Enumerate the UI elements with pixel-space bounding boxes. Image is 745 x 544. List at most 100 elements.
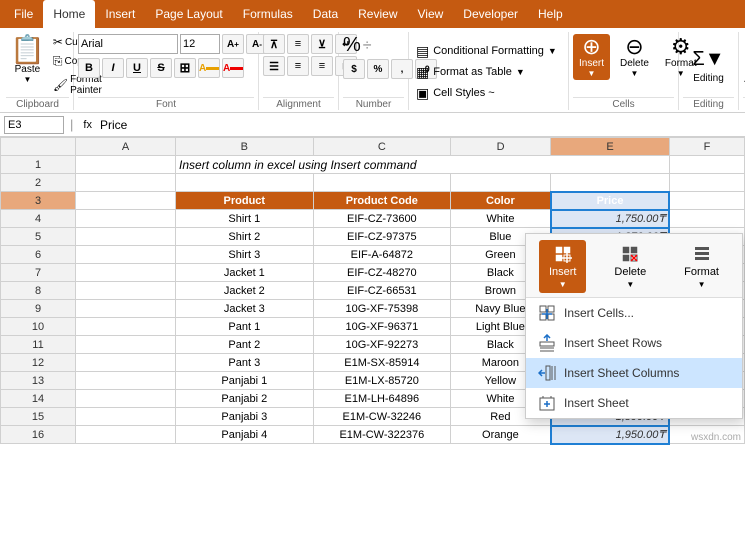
row-header-4[interactable]: 4: [1, 210, 76, 228]
cell-code-9[interactable]: 10G-XF-75398: [313, 300, 451, 318]
row-header-9[interactable]: 9: [1, 300, 76, 318]
cell-a9[interactable]: [76, 300, 176, 318]
col-header-f[interactable]: F: [669, 138, 744, 156]
cell-a5[interactable]: [76, 228, 176, 246]
name-box[interactable]: [4, 116, 64, 134]
align-right-button[interactable]: ≡: [311, 56, 333, 76]
strikethrough-button[interactable]: S: [150, 58, 172, 78]
tab-developer[interactable]: Developer: [453, 0, 528, 28]
cell-a10[interactable]: [76, 318, 176, 336]
row-header-3[interactable]: 3: [1, 192, 76, 210]
dropdown-insert-btn[interactable]: Insert ▼: [539, 240, 587, 293]
insert-sheet-columns-item[interactable]: Insert Sheet Columns: [526, 358, 742, 388]
fx-label[interactable]: fx: [83, 119, 92, 131]
cell-code-14[interactable]: E1M-LH-64896: [313, 390, 451, 408]
cell-a11[interactable]: [76, 336, 176, 354]
cell-a2[interactable]: [76, 174, 176, 192]
cell-a14[interactable]: [76, 390, 176, 408]
row-header-7[interactable]: 7: [1, 264, 76, 282]
row-header-14[interactable]: 14: [1, 390, 76, 408]
row-header-1[interactable]: 1: [1, 156, 76, 174]
align-top-button[interactable]: ⊼: [263, 34, 285, 54]
cell-e2[interactable]: [551, 174, 670, 192]
cell-a8[interactable]: [76, 282, 176, 300]
header-color[interactable]: Color: [451, 192, 551, 210]
increase-font-button[interactable]: A+: [222, 34, 244, 54]
cell-code-8[interactable]: EIF-CZ-66531: [313, 282, 451, 300]
header-code[interactable]: Product Code: [313, 192, 451, 210]
percent-button[interactable]: %: [367, 59, 389, 79]
tab-file[interactable]: File: [4, 0, 43, 28]
tab-formulas[interactable]: Formulas: [233, 0, 303, 28]
row-header-12[interactable]: 12: [1, 354, 76, 372]
cell-product-7[interactable]: Jacket 1: [176, 264, 314, 282]
cell-code-11[interactable]: 10G-XF-92273: [313, 336, 451, 354]
cell-product-16[interactable]: Panjabi 4: [176, 426, 314, 444]
tab-help[interactable]: Help: [528, 0, 573, 28]
cell-a1[interactable]: [76, 156, 176, 174]
col-header-e[interactable]: E: [551, 138, 670, 156]
cell-f3[interactable]: [669, 192, 744, 210]
cell-color-16[interactable]: Orange: [451, 426, 551, 444]
tab-page-layout[interactable]: Page Layout: [145, 0, 232, 28]
cell-product-14[interactable]: Panjabi 2: [176, 390, 314, 408]
cell-f1[interactable]: [669, 156, 744, 174]
col-header-d[interactable]: D: [451, 138, 551, 156]
tab-review[interactable]: Review: [348, 0, 407, 28]
cell-c2[interactable]: [313, 174, 451, 192]
cell-b2[interactable]: [176, 174, 314, 192]
font-color-button[interactable]: A: [222, 58, 244, 78]
cell-a16[interactable]: [76, 426, 176, 444]
cell-price-16[interactable]: 1,950.00₸: [551, 426, 670, 444]
cell-price-4[interactable]: 1,750.00₸: [551, 210, 670, 228]
bold-button[interactable]: B: [78, 58, 100, 78]
cell-code-10[interactable]: 10G-XF-96371: [313, 318, 451, 336]
cell-code-12[interactable]: E1M-SX-85914: [313, 354, 451, 372]
cell-a12[interactable]: [76, 354, 176, 372]
underline-button[interactable]: U: [126, 58, 148, 78]
insert-cells-item[interactable]: Insert Cells...: [526, 298, 742, 328]
currency-button[interactable]: $: [343, 59, 365, 79]
dropdown-delete-btn[interactable]: Delete ▼: [604, 240, 656, 293]
row-header-10[interactable]: 10: [1, 318, 76, 336]
cell-code-5[interactable]: EIF-CZ-97375: [313, 228, 451, 246]
col-header-a[interactable]: A: [76, 138, 176, 156]
row-header-8[interactable]: 8: [1, 282, 76, 300]
cell-styles-button[interactable]: ▣ Cell Styles ~: [413, 84, 498, 103]
cell-color-4[interactable]: White: [451, 210, 551, 228]
italic-button[interactable]: I: [102, 58, 124, 78]
tab-home[interactable]: Home: [43, 0, 95, 28]
insert-sheet-item[interactable]: Insert Sheet: [526, 388, 742, 418]
cell-code-4[interactable]: EIF-CZ-73600: [313, 210, 451, 228]
cell-code-6[interactable]: EIF-A-64872: [313, 246, 451, 264]
row-header-13[interactable]: 13: [1, 372, 76, 390]
cell-f4[interactable]: [669, 210, 744, 228]
col-header-b[interactable]: B: [176, 138, 314, 156]
font-size-input[interactable]: [180, 34, 220, 54]
cell-a13[interactable]: [76, 372, 176, 390]
row-header-5[interactable]: 5: [1, 228, 76, 246]
tab-view[interactable]: View: [408, 0, 454, 28]
tab-data[interactable]: Data: [303, 0, 348, 28]
align-left-button[interactable]: ☰: [263, 56, 285, 76]
cell-product-5[interactable]: Shirt 2: [176, 228, 314, 246]
editing-button[interactable]: Σ▼: [692, 48, 724, 71]
cell-d2[interactable]: [451, 174, 551, 192]
cell-a15[interactable]: [76, 408, 176, 426]
row-header-6[interactable]: 6: [1, 246, 76, 264]
cell-product-13[interactable]: Panjabi 1: [176, 372, 314, 390]
font-name-input[interactable]: [78, 34, 178, 54]
cell-product-10[interactable]: Pant 1: [176, 318, 314, 336]
cell-product-6[interactable]: Shirt 3: [176, 246, 314, 264]
conditional-formatting-button[interactable]: ▤ Conditional Formatting ▼: [413, 42, 560, 61]
tab-insert[interactable]: Insert: [95, 0, 145, 28]
col-header-c[interactable]: C: [313, 138, 451, 156]
cell-product-9[interactable]: Jacket 3: [176, 300, 314, 318]
delete-button[interactable]: ⊖ Delete ▼: [614, 34, 655, 80]
cell-product-4[interactable]: Shirt 1: [176, 210, 314, 228]
row-header-16[interactable]: 16: [1, 426, 76, 444]
cell-code-7[interactable]: EIF-CZ-48270: [313, 264, 451, 282]
cell-a3[interactable]: [76, 192, 176, 210]
header-product[interactable]: Product: [176, 192, 314, 210]
align-center-button[interactable]: ≡: [287, 56, 309, 76]
